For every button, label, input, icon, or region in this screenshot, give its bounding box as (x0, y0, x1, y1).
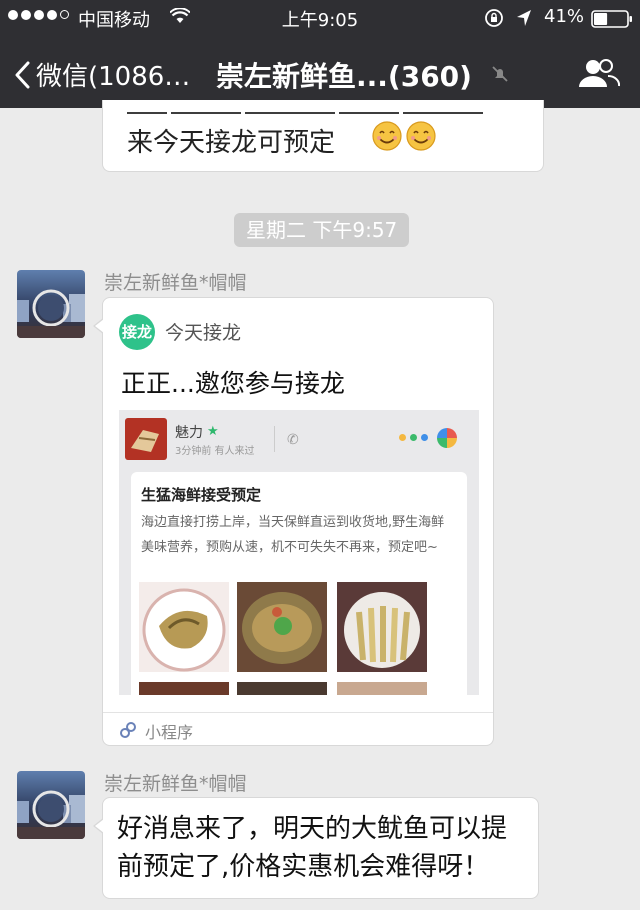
seafood-photo (139, 682, 229, 695)
mini-program-label: 小程序 (145, 723, 194, 742)
mini-program-card[interactable]: 接龙 今天接龙 正正...邀您参与接龙 魅力 ★ 3分钟前 有人来过 ✆ 生猛海… (93, 297, 494, 747)
sender-name: 崇左新鲜鱼*帽帽 (104, 272, 247, 294)
divider (274, 426, 275, 452)
phone-icon: ✆ (287, 432, 299, 448)
smile-emoji-icon (372, 121, 402, 151)
message-text: 好消息来了，明天的大鱿鱼可以提前预定了,价格实惠机会难得呀！ (117, 814, 508, 882)
star-icon: ★ (207, 424, 219, 439)
mini-program-footer: 小程序 (103, 712, 493, 747)
location-arrow-icon (517, 10, 531, 26)
poster-avatar (125, 418, 167, 460)
message-text: 来今天接龙可预定 (127, 128, 336, 158)
smile-emoji-icon (406, 121, 436, 151)
seafood-photo (337, 582, 427, 672)
battery-percent: 41% (544, 6, 585, 27)
chat-header: 微信(1086… 崇左新鲜鱼...(360) (0, 38, 640, 108)
sender-avatar[interactable] (17, 771, 85, 839)
orientation-lock-icon (485, 9, 503, 27)
sender-name: 崇左新鲜鱼*帽帽 (104, 773, 247, 795)
group-members-icon[interactable] (578, 58, 620, 88)
chat-timestamp: 星期二 下午9:57 (234, 213, 410, 247)
seafood-photo (237, 682, 327, 695)
mini-app-logo: 接龙 (119, 314, 155, 350)
pinwheel-icon (437, 428, 457, 448)
seafood-photo (337, 682, 427, 695)
mini-program-icon (120, 722, 136, 738)
mini-program-preview: 魅力 ★ 3分钟前 有人来过 ✆ 生猛海鲜接受预定 海边直接打捞上岸，当天保鲜直… (119, 410, 479, 695)
post-title: 生猛海鲜接受预定 (141, 486, 262, 504)
mini-app-name: 今天接龙 (165, 322, 242, 344)
more-dots-icon (399, 434, 428, 441)
seafood-photo (139, 582, 229, 672)
back-button[interactable]: 微信(1086… (14, 56, 190, 93)
battery-icon (591, 10, 632, 28)
sender-avatar[interactable] (17, 270, 85, 338)
status-bar: 中国移动 上午9:05 41% (0, 0, 640, 38)
seafood-photo (237, 582, 327, 672)
post-meta: 3分钟前 有人来过 (175, 446, 255, 457)
post-text: 海边直接打捞上岸，当天保鲜直运到收货地,野生海鲜美味营养，预购从速，机不可失失不… (141, 515, 445, 555)
poster-name: 魅力 (175, 425, 203, 441)
mute-icon (492, 66, 508, 82)
chevron-left-icon (15, 61, 30, 88)
previous-message-bubble[interactable]: 来今天接龙可预定 (102, 100, 544, 172)
back-label: 微信(1086… (36, 62, 191, 92)
post-card: 生猛海鲜接受预定 海边直接打捞上岸，当天保鲜直运到收货地,野生海鲜美味营养，预购… (131, 472, 467, 695)
message-bubble[interactable]: 好消息来了，明天的大鱿鱼可以提前预定了,价格实惠机会难得呀！ (93, 797, 539, 899)
mini-program-title: 正正...邀您参与接龙 (121, 369, 345, 398)
clipped-text-line (127, 100, 507, 114)
chat-title: 崇左新鲜鱼...(360) (216, 60, 472, 93)
